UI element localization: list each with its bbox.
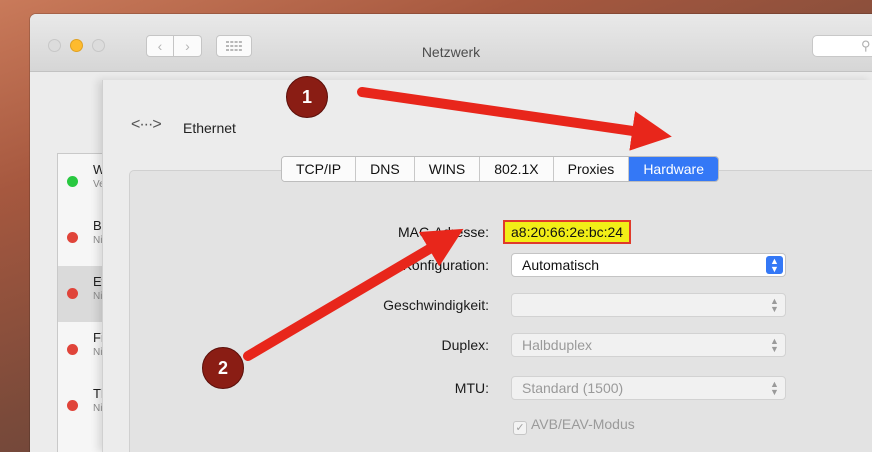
titlebar: ‹ › Netzwerk ⚲ [30, 14, 872, 72]
duplex-popup[interactable]: Halbduplex ▲ ▼ [511, 333, 786, 357]
popup-stepper-icon: ▲ ▼ [770, 379, 779, 397]
status-dot [67, 288, 78, 299]
avb-checkbox[interactable]: ✓ AVB/EAV-Modus [513, 416, 635, 435]
mtu-value: Standard (1500) [522, 380, 624, 396]
network-preferences-window: ‹ › Netzwerk ⚲ W Ve Bl Ni Et Ni Fi Ni Th… [30, 14, 872, 452]
status-dot [67, 344, 78, 355]
mac-label: MAC-Adresse: [397, 224, 489, 240]
duplex-label: Duplex: [441, 337, 489, 353]
speed-row: Geschwindigkeit: ▲ ▼ [103, 293, 872, 319]
duplex-value: Halbduplex [522, 337, 593, 353]
avb-row: ✓ AVB/EAV-Modus [103, 412, 872, 438]
mtu-label: MTU: [454, 380, 489, 396]
tab-proxies[interactable]: Proxies [553, 157, 630, 181]
mtu-popup[interactable]: Standard (1500) ▲ ▼ [511, 376, 786, 400]
config-popup[interactable]: Automatisch ▲ ▼ [511, 253, 786, 277]
config-row: Konfiguration: Automatisch ▲ ▼ [103, 253, 872, 279]
mac-row: MAC-Adresse: a8:20:66:2e:bc:24 [103, 220, 872, 246]
ethernet-icon: <···> [131, 116, 162, 133]
popup-stepper-icon: ▲ ▼ [770, 296, 779, 314]
window-title: Netzwerk [421, 44, 481, 60]
step-badge-1: 1 [286, 76, 328, 118]
tab-wins[interactable]: WINS [414, 157, 481, 181]
tab-tcpip[interactable]: TCP/IP [282, 157, 357, 181]
search-input[interactable]: ⚲ [812, 35, 872, 57]
tab-bar: TCP/IP DNS WINS 802.1X Proxies Hardware [281, 156, 720, 182]
status-dot [67, 232, 78, 243]
status-dot [67, 400, 78, 411]
tab-hardware[interactable]: Hardware [629, 157, 719, 181]
avb-label: AVB/EAV-Modus [531, 416, 635, 432]
search-icon: ⚲ [861, 38, 871, 53]
checkmark-icon: ✓ [513, 421, 527, 435]
config-label: Konfiguration: [402, 257, 489, 273]
status-dot [67, 176, 78, 187]
speed-label: Geschwindigkeit: [383, 297, 489, 313]
mac-value: a8:20:66:2e:bc:24 [503, 220, 632, 244]
popup-stepper-icon: ▲ ▼ [766, 256, 783, 274]
tab-8021x[interactable]: 802.1X [480, 157, 554, 181]
sheet-title: Ethernet [183, 120, 236, 136]
popup-stepper-icon: ▲ ▼ [770, 336, 779, 354]
speed-popup[interactable]: ▲ ▼ [511, 293, 786, 317]
step-badge-2: 2 [202, 347, 244, 389]
tab-dns[interactable]: DNS [356, 157, 415, 181]
ethernet-sheet: <···> Ethernet TCP/IP DNS WINS 802.1X Pr… [102, 80, 872, 452]
config-value: Automatisch [522, 257, 600, 273]
